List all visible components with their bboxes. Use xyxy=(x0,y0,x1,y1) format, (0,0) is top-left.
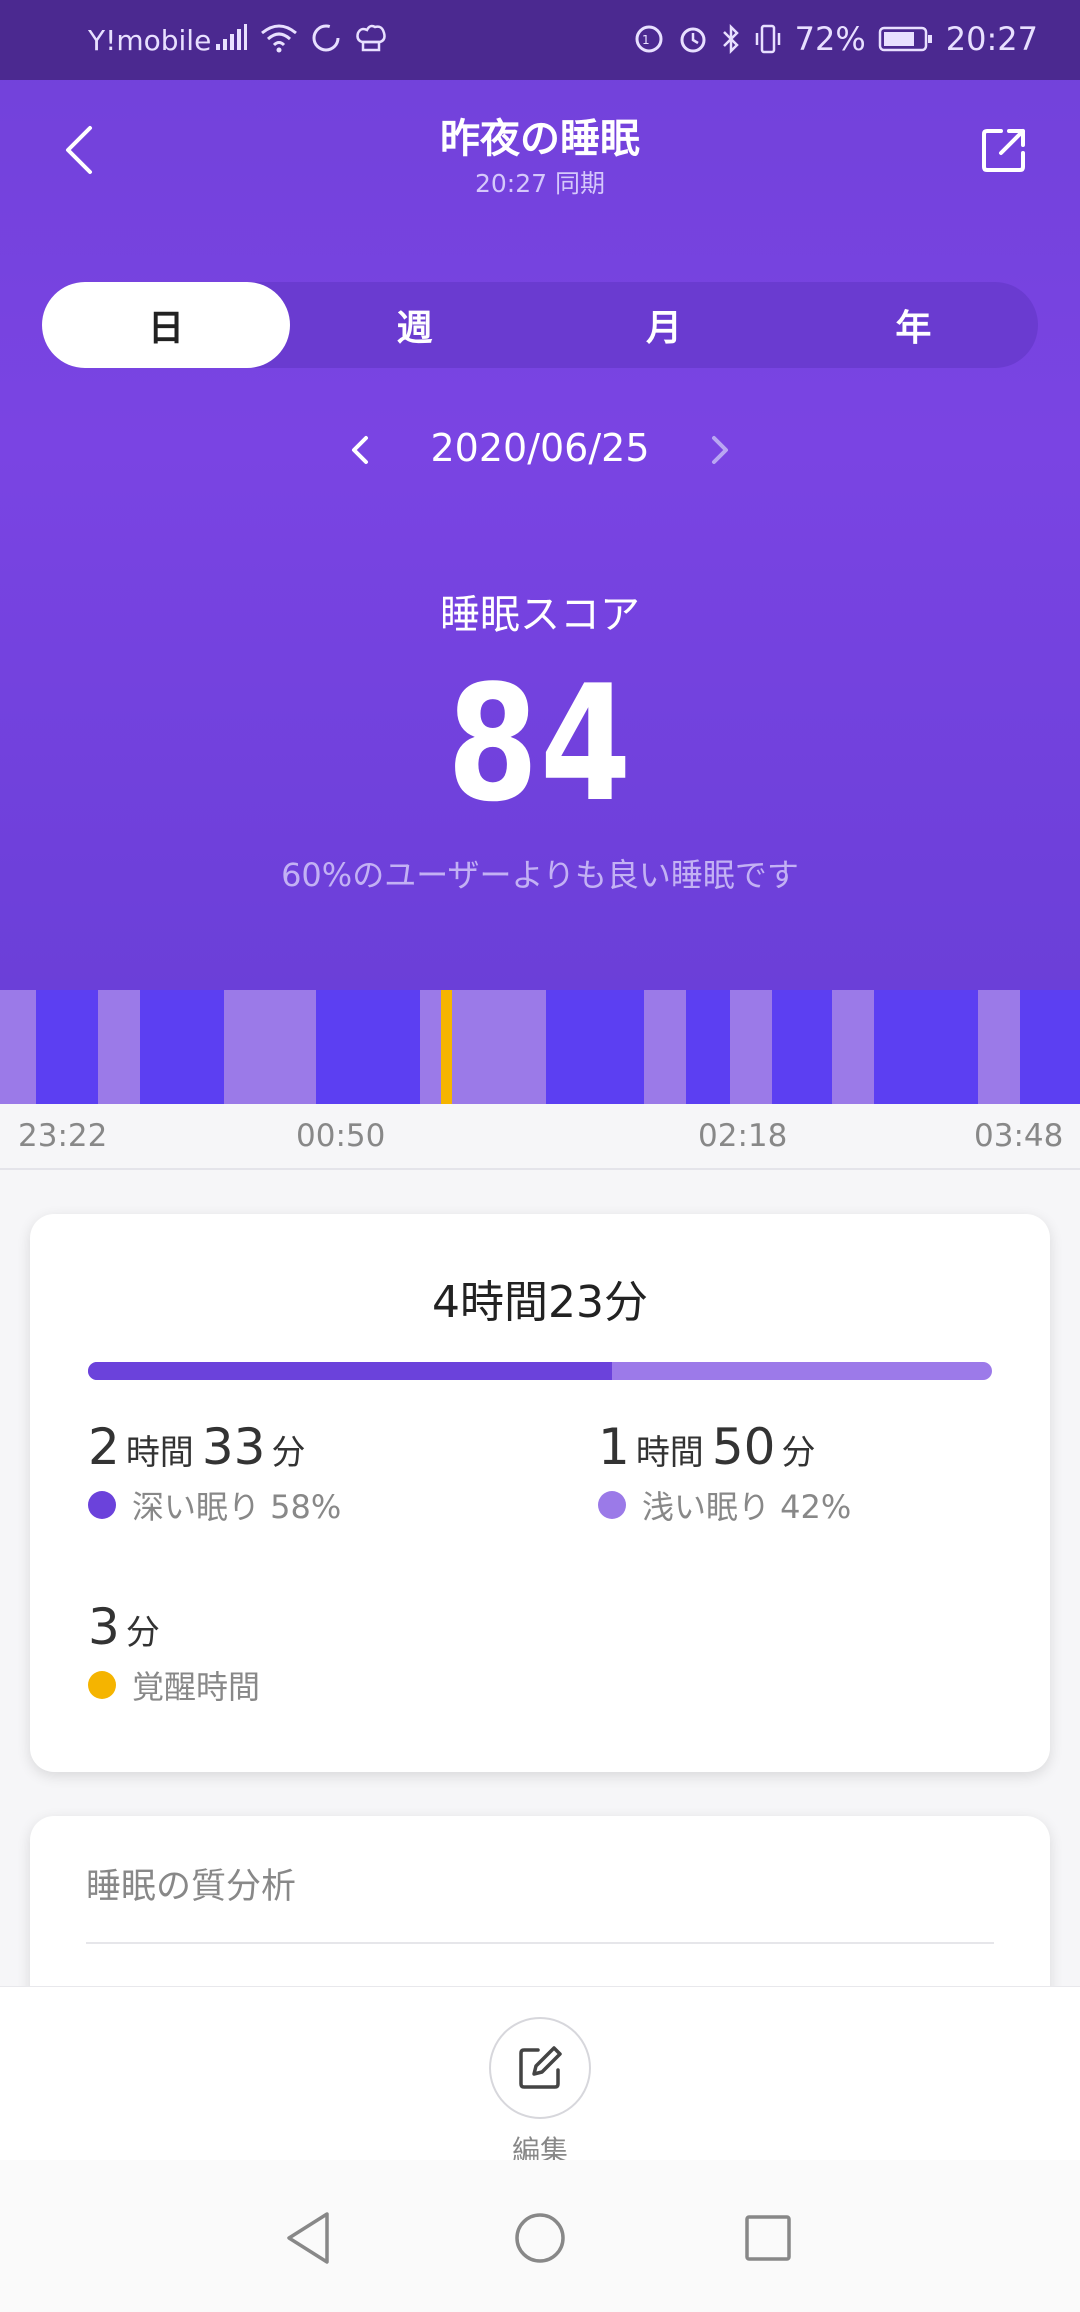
bottom-action-bar: 編集 xyxy=(0,1986,1080,2167)
edit-icon xyxy=(519,2046,562,2089)
awake-minutes: 3 xyxy=(88,1598,120,1656)
divider xyxy=(86,1942,994,1944)
vibrate-icon xyxy=(753,23,783,55)
tab-month[interactable]: 月 xyxy=(539,282,788,368)
sleep-score-label: 睡眠スコア xyxy=(440,592,640,638)
minute-unit: 分 xyxy=(781,1433,816,1473)
signal-icon xyxy=(214,24,248,52)
sleep-ratio-bar xyxy=(88,1362,992,1380)
timeline-segment-light xyxy=(224,990,316,1104)
timeline-tick: 03:48 xyxy=(974,1118,1064,1154)
tab-year[interactable]: 年 xyxy=(789,282,1038,368)
timeline-segment-light xyxy=(644,990,686,1104)
light-minutes: 50 xyxy=(711,1418,776,1476)
hour-unit: 時間 xyxy=(635,1433,704,1473)
hour-unit: 時間 xyxy=(125,1433,194,1473)
alarm-icon xyxy=(677,23,709,55)
edit-button[interactable] xyxy=(489,2017,591,2119)
chevron-right-icon xyxy=(712,436,728,464)
timeline-segment-light xyxy=(98,990,140,1104)
timeline-tick: 23:22 xyxy=(18,1118,108,1154)
light-sleep-stat: 1 時間 50 分 浅い眠り 42% xyxy=(598,1418,851,1528)
timeline-segment-awake xyxy=(441,990,452,1104)
svg-text:1: 1 xyxy=(642,33,650,47)
quality-title: 睡眠の質分析 xyxy=(86,1867,297,1907)
light-hours: 1 xyxy=(598,1418,630,1476)
date-navigator: 2020/06/25 xyxy=(0,420,1080,480)
sleep-score-value: 84 xyxy=(447,650,633,837)
chef-hat-icon xyxy=(354,22,388,54)
timeline-segment-light xyxy=(0,990,36,1104)
timeline-segment-light xyxy=(832,990,874,1104)
timeline-axis: 23:22 00:50 02:18 03:48 xyxy=(0,1104,1080,1170)
sleep-summary-card: 4時間23分 2 時間 33 分 深い眠り 58% 1 時間 50 分 浅い眠り 42% 3… xyxy=(30,1214,1050,1772)
period-tabs: 日 週 月 年 xyxy=(42,282,1038,368)
tab-week[interactable]: 週 xyxy=(290,282,539,368)
nav-recents-button[interactable] xyxy=(740,2210,796,2266)
bluetooth-icon xyxy=(721,23,741,55)
carrier-name: Y!mobile xyxy=(88,24,212,57)
current-date: 2020/06/25 xyxy=(430,426,650,470)
top-bar: 昨夜の睡眠 20:27 同期 xyxy=(0,80,1080,220)
battery-percent: 72% xyxy=(794,20,866,58)
data-saver-icon: 1 xyxy=(633,23,665,55)
page-title: 昨夜の睡眠 xyxy=(440,116,640,162)
share-button[interactable] xyxy=(976,122,1032,178)
light-sleep-label: 浅い眠り 42% xyxy=(642,1488,852,1526)
status-bar: Y!mobile 1 72% 20:27 xyxy=(0,0,1080,80)
sleep-stage-timeline[interactable] xyxy=(0,990,1080,1104)
deep-hours: 2 xyxy=(88,1418,120,1476)
share-icon xyxy=(982,129,1025,172)
circle-home-icon xyxy=(515,2213,565,2263)
battery-icon xyxy=(878,25,934,53)
light-sleep-dot xyxy=(598,1491,626,1519)
deep-sleep-label: 深い眠り 58% xyxy=(132,1488,342,1526)
sync-time: 20:27 同期 xyxy=(475,169,605,198)
awake-stat: 3分 覚醒時間 xyxy=(88,1598,260,1708)
square-recents-icon xyxy=(745,2215,791,2261)
awake-dot xyxy=(88,1671,116,1699)
deep-minutes: 33 xyxy=(201,1418,266,1476)
awake-label: 覚醒時間 xyxy=(132,1668,261,1706)
status-time: 20:27 xyxy=(945,20,1038,58)
total-sleep-duration: 4時間23分 xyxy=(432,1277,648,1328)
system-nav-bar xyxy=(0,2160,1080,2312)
deep-sleep-stat: 2 時間 33 分 深い眠り 58% xyxy=(88,1418,341,1528)
deep-sleep-fill xyxy=(88,1362,613,1380)
deep-sleep-dot xyxy=(88,1491,116,1519)
next-date-button[interactable] xyxy=(702,430,738,470)
timeline-segment-light xyxy=(978,990,1020,1104)
minute-unit: 分 xyxy=(271,1433,306,1473)
tab-day[interactable]: 日 xyxy=(42,282,290,368)
timeline-tick: 02:18 xyxy=(698,1118,788,1154)
nav-home-button[interactable] xyxy=(512,2210,568,2266)
timeline-tick: 00:50 xyxy=(296,1118,386,1154)
nav-back-button[interactable] xyxy=(280,2210,336,2266)
timeline-segment-light xyxy=(420,990,546,1104)
triangle-back-icon xyxy=(287,2212,329,2264)
minute-unit: 分 xyxy=(125,1613,160,1653)
score-comparison: 60%のユーザーよりも良い睡眠です xyxy=(281,856,799,894)
wifi-icon xyxy=(260,23,298,53)
timeline-segment-light xyxy=(730,990,772,1104)
sync-circle-icon xyxy=(310,22,342,54)
